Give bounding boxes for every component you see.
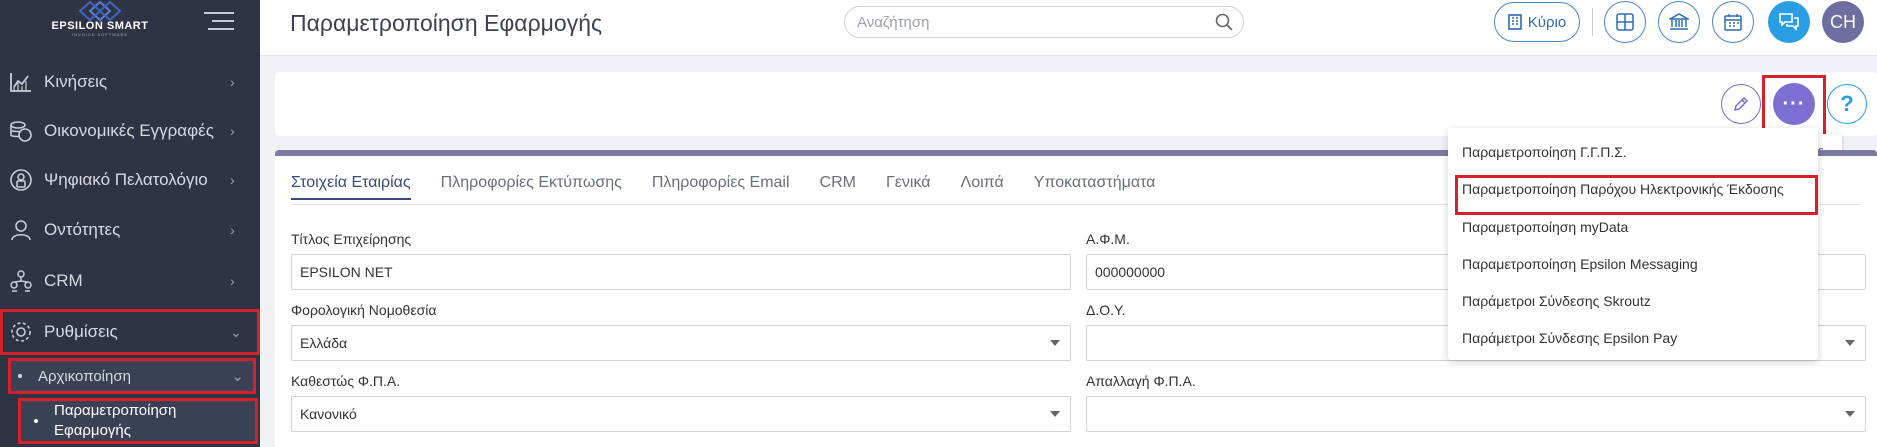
caret-down-icon — [1845, 340, 1855, 346]
chevron-right-icon: › — [230, 273, 235, 289]
tab-crm[interactable]: CRM — [820, 174, 856, 200]
sidebar-item-psifiako-pelatologio[interactable]: Ψηφιακό Πελατολόγιο › — [0, 157, 260, 203]
chevron-right-icon: › — [230, 222, 235, 238]
sidebar-item-label: Οικονομικές Εγγραφές — [44, 121, 214, 140]
tab-plirofories-email[interactable]: Πληροφορίες Email — [652, 174, 790, 200]
action-card — [275, 72, 1877, 136]
sidebar-item-label: Ψηφιακό Πελατολόγιο — [44, 170, 208, 189]
sidebar-item-label: Οντότητες — [44, 220, 121, 239]
menu-item-skroutz[interactable]: Παράμετροι Σύνδεσης Skroutz — [1448, 283, 1818, 319]
vat-status-label: Καθεστώς Φ.Π.Α. — [291, 373, 401, 389]
logo-subtext: INVOICE SOFTWARE — [71, 32, 129, 37]
business-title-input[interactable]: EPSILON NET — [291, 254, 1071, 290]
bank-button[interactable] — [1658, 1, 1700, 43]
coins-icon — [8, 118, 34, 144]
vat-exempt-select[interactable] — [1086, 396, 1866, 432]
tab-genika[interactable]: Γενικά — [886, 174, 931, 200]
chart-line-icon — [8, 69, 34, 95]
search-box[interactable] — [844, 6, 1244, 38]
sidebar-item-label: Κινήσεις — [44, 72, 108, 91]
doy-label: Δ.Ο.Υ. — [1086, 302, 1126, 318]
logo-mark-icon — [78, 0, 122, 22]
menu-item-epsilon-pay[interactable]: Παράμετροι Σύνδεσης Epsilon Pay — [1448, 320, 1818, 356]
caret-down-icon — [1845, 411, 1855, 417]
edit-button[interactable] — [1721, 84, 1761, 124]
chevron-down-icon: ⌄ — [230, 323, 242, 340]
menu-toggle-icon[interactable] — [204, 12, 234, 32]
question-icon: ? — [1840, 91, 1854, 116]
people-network-icon — [8, 268, 34, 294]
grid-icon — [1616, 13, 1634, 31]
sidebar-item-oikonomikes-eggrafes[interactable]: Οικονομικές Εγγραφές › — [0, 108, 260, 154]
tab-stoixeia-etairias[interactable]: Στοιχεία Εταιρίας — [291, 174, 411, 200]
sidebar-item-label: CRM — [44, 271, 83, 290]
menu-item-epsilon-messaging[interactable]: Παραμετροποίηση Epsilon Messaging — [1448, 246, 1818, 282]
tax-law-select[interactable]: Ελλάδα — [291, 325, 1071, 361]
chat-button[interactable] — [1768, 1, 1810, 43]
search-input[interactable] — [857, 7, 1197, 37]
divider — [1592, 8, 1593, 36]
logo-text: EPSILON SMART — [51, 20, 149, 32]
epsilon-smart-logo[interactable]: EPSILON SMART INVOICE SOFTWARE — [40, 0, 160, 44]
tab-bar: Στοιχεία Εταιρίας Πληροφορίες Εκτύπωσης … — [291, 174, 1185, 200]
tax-law-value: Ελλάδα — [300, 335, 348, 351]
tax-law-label: Φορολογική Νομοθεσία — [291, 302, 437, 318]
menu-item-highlight — [1455, 175, 1818, 215]
topbar: Παραμετροποίηση Εφαρμογής Κύριο CH — [260, 0, 1877, 56]
business-title-label: Τίτλος Επιχείρησης — [291, 231, 412, 247]
page-title: Παραμετροποίηση Εφαρμογής — [290, 10, 603, 36]
calendar-icon — [1724, 14, 1742, 31]
vat-status-select[interactable]: Κανονικό — [291, 396, 1071, 432]
sidebar-item-ontotites[interactable]: Οντότητες › — [0, 207, 260, 253]
chevron-right-icon: › — [230, 74, 235, 90]
menu-item-ggps[interactable]: Παραμετροποίηση Γ.Γ.Π.Σ. — [1448, 134, 1818, 170]
sidebar-subsubitem-label: Παραμετροποίηση Εφαρμογής — [54, 402, 177, 439]
sidebar-subsubitem-parametropoiisi-efarmogis[interactable]: Παραμετροποίηση Εφαρμογής — [18, 398, 258, 444]
grid-button[interactable] — [1604, 1, 1646, 43]
caret-down-icon — [1050, 411, 1060, 417]
calendar-button[interactable] — [1712, 1, 1754, 43]
gear-icon — [8, 319, 34, 345]
caret-down-icon — [1050, 340, 1060, 346]
home-button-label: Κύριο — [1527, 13, 1567, 31]
chevron-right-icon: › — [230, 123, 235, 139]
bank-icon — [1669, 13, 1689, 30]
help-button[interactable]: ? — [1827, 84, 1867, 124]
user-icon — [8, 217, 34, 243]
afm-label: Α.Φ.Μ. — [1086, 231, 1130, 247]
sidebar-subitem-arxikopoiisi[interactable]: Αρχικοποίηση ⌄ — [8, 358, 256, 394]
actions-menu: Παραμετροποίηση Γ.Γ.Π.Σ. Παραμετροποίηση… — [1448, 128, 1818, 360]
chevron-right-icon: › — [230, 172, 235, 188]
sidebar-item-kiniseis[interactable]: Κινήσεις › — [0, 59, 260, 105]
chat-icon — [1779, 13, 1799, 31]
tab-loipa[interactable]: Λοιπά — [961, 174, 1004, 200]
user-lock-icon — [8, 167, 34, 193]
bullet-icon — [34, 419, 38, 423]
sidebar: EPSILON SMART INVOICE SOFTWARE Κινήσεις … — [0, 0, 260, 447]
vat-status-value: Κανονικό — [300, 406, 357, 422]
pencil-icon — [1733, 96, 1749, 112]
building-icon — [1507, 14, 1522, 30]
search-icon[interactable] — [1215, 13, 1233, 31]
bullet-icon — [18, 374, 22, 378]
sidebar-item-rythmiseis[interactable]: Ρυθμίσεις ⌄ — [0, 309, 260, 355]
sidebar-subitem-label: Αρχικοποίηση — [38, 367, 131, 385]
chevron-down-icon: ⌄ — [231, 368, 244, 385]
tab-ypokatastimata[interactable]: Υποκαταστήματα — [1034, 174, 1156, 200]
sidebar-item-label: Ρυθμίσεις — [44, 322, 118, 341]
vat-exempt-label: Απαλλαγή Φ.Π.Α. — [1086, 373, 1196, 389]
sidebar-item-crm[interactable]: CRM › — [0, 258, 260, 304]
avatar[interactable]: CH — [1822, 1, 1864, 43]
tab-plirofories-ektyposis[interactable]: Πληροφορίες Εκτύπωσης — [441, 174, 622, 200]
home-button[interactable]: Κύριο — [1494, 2, 1580, 42]
